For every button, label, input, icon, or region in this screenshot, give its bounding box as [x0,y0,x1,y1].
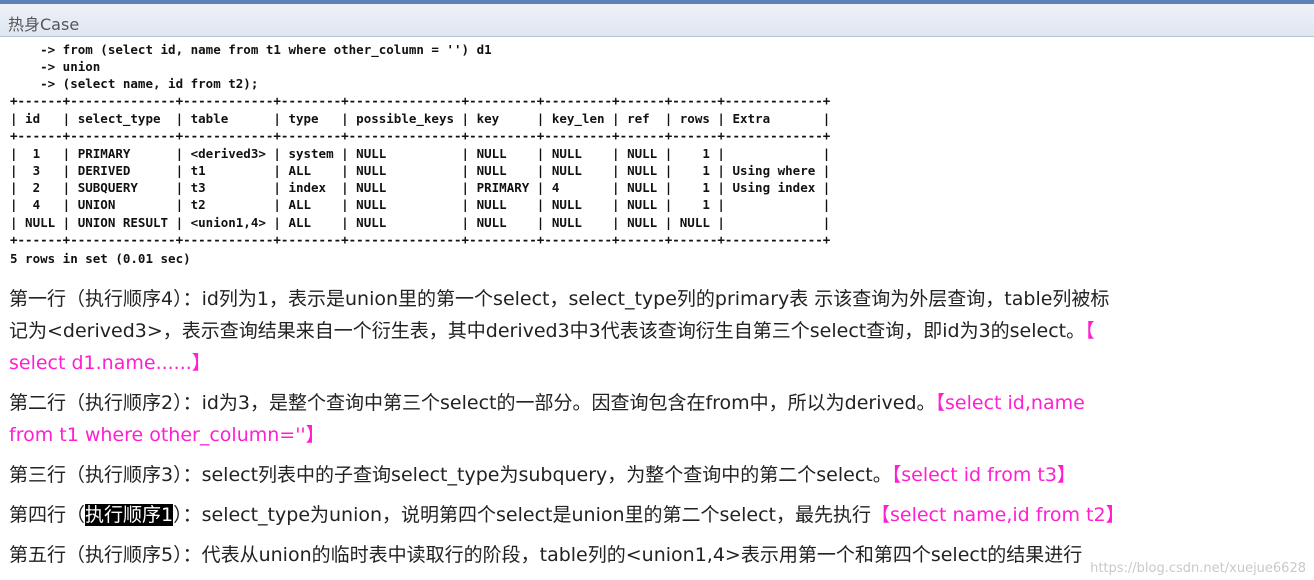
explanation-notes: 第一行（执行顺序4）：id列为1，表示是union里的第一个select，sel… [0,270,1314,580]
table-row: | 1 | PRIMARY | <derived3> | system | NU… [10,146,831,161]
highlight-text: 【select id from t3】 [891,464,1076,486]
window-title: 热身Case [8,15,80,34]
table-border: +------+--------------+------------+----… [10,128,831,143]
selected-text[interactable]: 执行顺序1 [85,504,174,526]
query-line: -> (select name, id from t2); [10,76,259,91]
title-bar: 热身Case [0,0,1314,37]
note-line: select d1.name......】 [9,347,1299,379]
result-summary: 5 rows in set (0.01 sec) [10,251,191,266]
note-line: from t1 where other_column=''】 [9,419,1299,451]
highlight-text: 【select id,name [935,392,1085,414]
table-row: | 4 | UNION | t2 | ALL | NULL | NULL | N… [10,197,831,212]
table-border: +------+--------------+------------+----… [10,93,831,108]
highlight-text: from t1 where other_column=''】 [9,424,325,446]
note-text: 第三行（执行顺序3）：select列表中的子查询select_type为subq… [9,464,892,486]
highlight-text: 【select name,id from t2】 [870,504,1125,526]
watermark: https://blog.csdn.net/xuejue6628 [1090,561,1306,576]
note-line: 第四行（执行顺序1）：select_type为union，说明第四个select… [9,499,1299,531]
console-output: -> from (select id, name from t1 where o… [0,37,1314,270]
note-text: ）：select_type为union，说明第四个select是union里的第… [173,504,871,526]
query-line: -> from (select id, name from t1 where o… [10,42,492,57]
note-text: 第二行（执行顺序2）：id为3，是整个查询中第三个select的一部分。因查询包… [9,392,936,414]
table-row: | NULL | UNION RESULT | <union1,4> | ALL… [10,215,831,230]
table-header: | id | select_type | table | type | poss… [10,111,831,126]
table-row: | 3 | DERIVED | t1 | ALL | NULL | NULL |… [10,163,831,178]
note-line: 第二行（执行顺序2）：id为3，是整个查询中第三个select的一部分。因查询包… [9,387,1299,419]
highlight-text: 【 [1085,320,1095,342]
table-row: | 2 | SUBQUERY | t3 | index | NULL | PRI… [10,180,831,195]
query-line: -> union [10,59,101,74]
note-line: 记为<derived3>，表示查询结果来自一个衍生表，其中derived3中3代… [9,315,1299,347]
note-line: 第一行（执行顺序4）：id列为1，表示是union里的第一个select，sel… [9,283,1299,315]
note-text: 记为<derived3>，表示查询结果来自一个衍生表，其中derived3中3代… [9,320,1086,342]
note-text: 第五行（执行顺序5）：代表从union的临时表中读取行的阶段，table列的<u… [9,544,1083,566]
highlight-text: select d1.name......】 [9,352,211,374]
note-text: 第一行（执行顺序4）：id列为1，表示是union里的第一个select，sel… [9,288,1110,310]
note-text: 第四行（ [9,504,86,526]
note-line: 第三行（执行顺序3）：select列表中的子查询select_type为subq… [9,459,1299,491]
table-border: +------+--------------+------------+----… [10,232,831,247]
app-window: 热身Case -> from (select id, name from t1 … [0,0,1314,580]
